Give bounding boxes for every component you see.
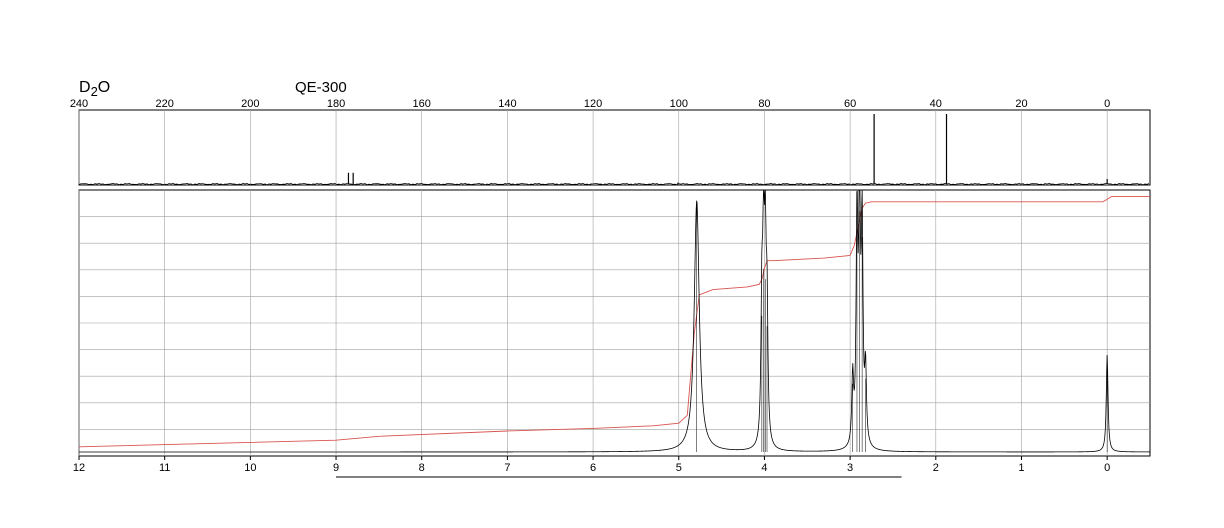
instrument-label: QE-300 xyxy=(295,79,347,96)
h1-tick-label: 8 xyxy=(419,462,425,474)
nmr-figure: D2O QE-300 240 220 200 180 160 140 120 100 80 60 4… xyxy=(70,79,1151,478)
c13-tick-label: 140 xyxy=(498,98,516,110)
h1-tick-label: 9 xyxy=(333,462,339,474)
c13-tick-label: 200 xyxy=(241,98,259,110)
c13-tick-label: 0 xyxy=(1104,98,1110,110)
h1-tick-label: 1 xyxy=(1018,462,1024,474)
c13-tick-label: 120 xyxy=(584,98,602,110)
c13-tick-label: 60 xyxy=(844,98,856,110)
c13-tick-label: 20 xyxy=(1015,98,1027,110)
c13-tick-label: 100 xyxy=(670,98,688,110)
c13-spectrum-panel: 240 220 200 180 160 140 120 100 80 60 40 20 0 xyxy=(70,98,1151,186)
h1-spectrum-trace xyxy=(79,189,1150,453)
h1-tick-label: 7 xyxy=(504,462,510,474)
solvent-label: D2O xyxy=(79,79,110,99)
h1-tick-label: 3 xyxy=(847,462,853,474)
h1-spectrum-panel: 12 11 10 9 8 7 6 5 4 3 2 1 0 xyxy=(73,189,1151,478)
c13-tick-label: 180 xyxy=(327,98,345,110)
c13-frame xyxy=(78,109,1151,186)
c13-tick-label: 160 xyxy=(413,98,431,110)
h1-tick-label: 12 xyxy=(73,462,85,474)
h1-tick-label: 10 xyxy=(244,462,256,474)
c13-tick-label: 80 xyxy=(758,98,770,110)
h1-tick-label: 11 xyxy=(159,462,170,474)
c13-tick-label: 220 xyxy=(156,98,174,110)
h1-tick-label: 6 xyxy=(590,462,596,474)
h1-integral-curve xyxy=(78,196,1150,448)
h1-tick-label: 5 xyxy=(676,462,682,474)
c13-tick-label: 240 xyxy=(70,98,88,110)
header-labels: D2O QE-300 xyxy=(79,79,347,99)
h1-tick-label: 4 xyxy=(761,462,767,474)
h1-tick-label: 2 xyxy=(933,462,939,474)
h1-tick-label: 0 xyxy=(1104,462,1110,474)
c13-tick-label: 40 xyxy=(930,98,942,110)
